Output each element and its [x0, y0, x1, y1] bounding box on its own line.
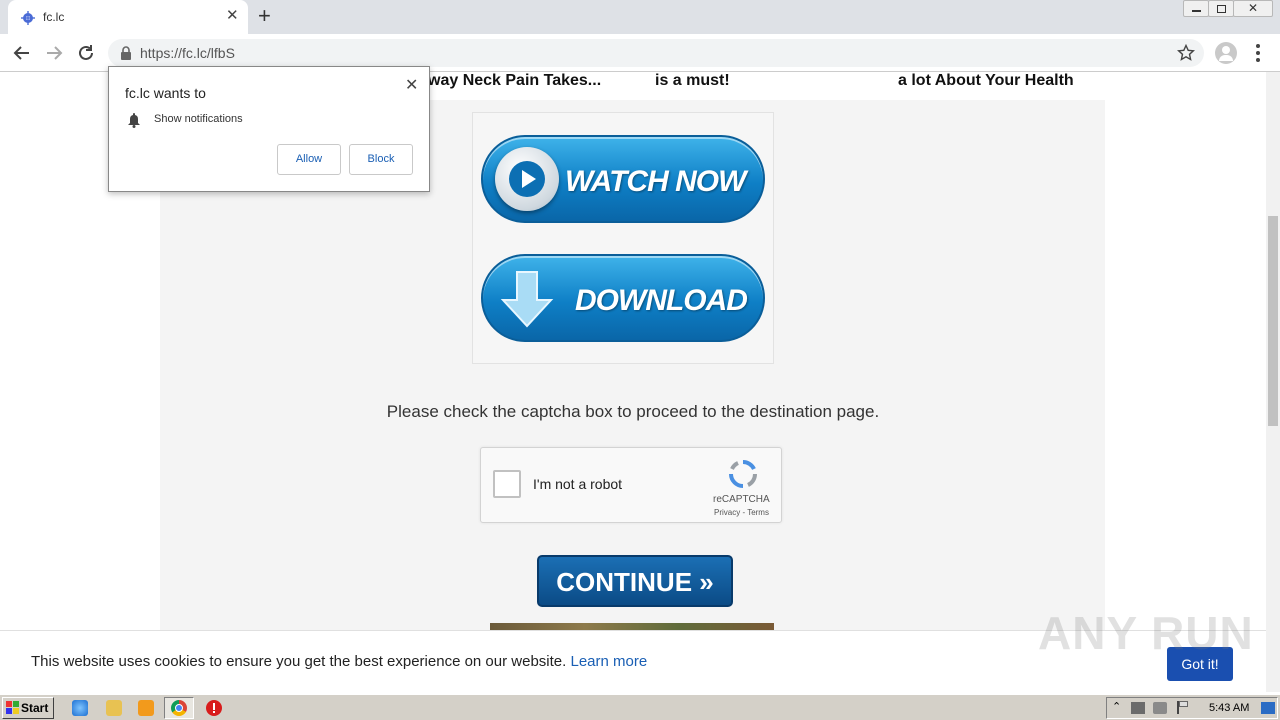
- headline-2[interactable]: is a must!: [655, 72, 730, 90]
- tray-expand-icon[interactable]: ⌃: [1112, 700, 1121, 713]
- close-icon[interactable]: ✕: [405, 75, 418, 95]
- clock: 5:43 AM: [1209, 702, 1250, 714]
- headline-3[interactable]: a lot About Your Health: [898, 72, 1074, 90]
- browser-tab[interactable]: fc.lc ✕: [8, 0, 248, 34]
- windows-taskbar: Start ⌃ 5:43 AM: [0, 694, 1280, 720]
- recaptcha-widget: I'm not a robot reCAPTCHA Privacy - Term…: [480, 447, 782, 523]
- reload-icon[interactable]: [75, 42, 97, 64]
- page-scrollbar[interactable]: [1266, 72, 1280, 692]
- notification-title: fc.lc wants to: [125, 85, 206, 101]
- bookmark-star-icon[interactable]: [1177, 44, 1195, 62]
- fc-favicon-icon: [21, 11, 35, 25]
- tab-close-icon[interactable]: ✕: [226, 8, 239, 24]
- scrollbar-thumb[interactable]: [1268, 216, 1278, 426]
- notification-permission-popup: fc.lc wants to ✕ Show notifications Allo…: [108, 66, 430, 192]
- restore-icon: [1217, 5, 1226, 13]
- close-window-button[interactable]: ✕: [1233, 0, 1273, 17]
- folder-icon[interactable]: [106, 700, 122, 716]
- start-label: Start: [21, 701, 49, 715]
- cookie-message: This website uses cookies to ensure you …: [31, 653, 567, 670]
- continue-button[interactable]: CONTINUE »: [537, 555, 733, 607]
- back-arrow-icon[interactable]: [11, 42, 33, 64]
- notification-permission-text: Show notifications: [154, 113, 243, 125]
- watch-now-label: WATCH NOW: [565, 165, 746, 198]
- chrome-icon: [171, 700, 187, 716]
- chrome-taskbar-button[interactable]: [164, 697, 194, 719]
- download-button[interactable]: DOWNLOAD: [481, 254, 765, 342]
- ad-buttons-box: WATCH NOW DOWNLOAD: [472, 112, 774, 364]
- bell-icon: [128, 113, 140, 128]
- network-icon[interactable]: [1131, 702, 1145, 714]
- restore-window-button[interactable]: [1208, 0, 1234, 17]
- download-label: DOWNLOAD: [575, 284, 748, 317]
- recaptcha-privacy-terms[interactable]: Privacy - Terms: [714, 508, 769, 517]
- learn-more-link[interactable]: Learn more: [570, 653, 647, 670]
- profile-avatar-icon[interactable]: [1215, 42, 1237, 64]
- anyrun-watermark: ANY RUN: [1038, 607, 1254, 659]
- allow-button[interactable]: Allow: [277, 144, 341, 175]
- windows-flag-icon: [6, 701, 19, 714]
- system-tray: ⌃ 5:43 AM: [1106, 697, 1278, 719]
- forward-arrow-icon[interactable]: [43, 42, 65, 64]
- minimize-icon: [1192, 10, 1201, 12]
- start-button[interactable]: Start: [2, 697, 54, 719]
- tab-strip: fc.lc ✕ + ✕: [0, 0, 1280, 34]
- lock-icon: [121, 46, 131, 60]
- recaptcha-logo-icon: [729, 459, 758, 488]
- menu-kebab-icon[interactable]: [1254, 44, 1262, 62]
- recaptcha-brand: reCAPTCHA: [713, 494, 770, 505]
- recaptcha-checkbox[interactable]: [493, 470, 521, 498]
- internet-explorer-icon[interactable]: [72, 700, 88, 716]
- tab-title: fc.lc: [43, 10, 65, 24]
- url-text: https://fc.lc/lfbS: [140, 45, 235, 61]
- block-button[interactable]: Block: [349, 144, 413, 175]
- cookie-text-wrapper: This website uses cookies to ensure you …: [31, 653, 647, 670]
- new-tab-plus-icon[interactable]: +: [258, 5, 271, 27]
- volume-icon[interactable]: [1153, 702, 1167, 714]
- address-bar[interactable]: https://fc.lc/lfbS: [108, 39, 1204, 67]
- recaptcha-label: I'm not a robot: [533, 476, 623, 492]
- minimize-window-button[interactable]: [1183, 0, 1209, 17]
- show-desktop-icon[interactable]: [1261, 702, 1275, 714]
- headline-1[interactable]: way Neck Pain Takes...: [428, 72, 601, 90]
- media-player-icon[interactable]: [138, 700, 154, 716]
- captcha-instruction: Please check the captcha box to proceed …: [386, 402, 880, 421]
- play-icon: [495, 147, 559, 211]
- watch-now-button[interactable]: WATCH NOW: [481, 135, 765, 223]
- close-icon: ✕: [1248, 1, 1259, 15]
- screen: fc.lc ✕ + ✕ https://fc.lc/lfbS way Neck …: [0, 0, 1280, 720]
- download-arrow-icon: [500, 271, 554, 328]
- continue-label: CONTINUE »: [556, 567, 714, 597]
- antivirus-stop-icon[interactable]: [206, 700, 222, 716]
- action-center-flag-icon[interactable]: [1177, 701, 1189, 714]
